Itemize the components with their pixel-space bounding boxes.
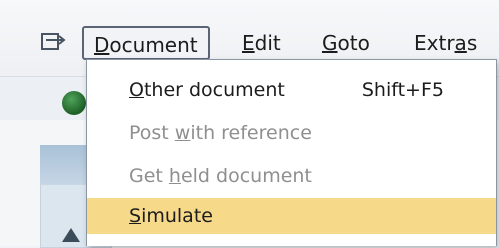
menu-label-post: s bbox=[466, 31, 478, 55]
menu-edit[interactable]: Edit bbox=[232, 26, 291, 60]
option-label-post: ther document bbox=[143, 79, 285, 101]
menu-label-mnemonic: a bbox=[454, 31, 467, 55]
menu-option-other-document[interactable]: Other document Shift+F5 bbox=[87, 72, 496, 108]
menu-document[interactable]: Document bbox=[82, 26, 210, 60]
shortcut-label: Shift+F5 bbox=[361, 79, 444, 101]
menu-label-post: oto bbox=[337, 31, 370, 55]
menu-label-mnemonic: D bbox=[94, 33, 110, 57]
option-label-mnemonic: S bbox=[129, 205, 142, 227]
menu-option-post-with-reference: Post with reference bbox=[87, 115, 496, 151]
expand-arrow-icon[interactable] bbox=[62, 228, 80, 242]
menu-extras[interactable]: Extras bbox=[404, 26, 487, 60]
menu-toggle-icon[interactable] bbox=[40, 31, 66, 53]
menu-label-post: ocument bbox=[109, 33, 198, 57]
menu-option-simulate[interactable]: Simulate bbox=[87, 198, 496, 234]
menu-label-pre: Extr bbox=[414, 31, 455, 55]
menu-label-mnemonic: G bbox=[322, 31, 338, 55]
option-label-post: eld document bbox=[180, 165, 312, 187]
document-dropdown-menu: Other document Shift+F5 Post with refere… bbox=[86, 59, 497, 246]
enter-icon[interactable] bbox=[62, 91, 86, 115]
menu-label-mnemonic: E bbox=[242, 31, 255, 55]
menu-goto[interactable]: Goto bbox=[312, 26, 380, 60]
option-label-pre: Get bbox=[129, 165, 169, 187]
option-label-mnemonic: h bbox=[168, 165, 181, 187]
option-label-mnemonic: O bbox=[129, 79, 144, 101]
option-label-post: imulate bbox=[141, 205, 213, 227]
option-label-post: ith reference bbox=[190, 122, 312, 144]
menu-label-post: dit bbox=[254, 31, 281, 55]
menu-option-get-held-document: Get held document bbox=[87, 158, 496, 194]
option-label-pre: Post bbox=[129, 122, 175, 144]
option-label-mnemonic: w bbox=[174, 122, 191, 144]
